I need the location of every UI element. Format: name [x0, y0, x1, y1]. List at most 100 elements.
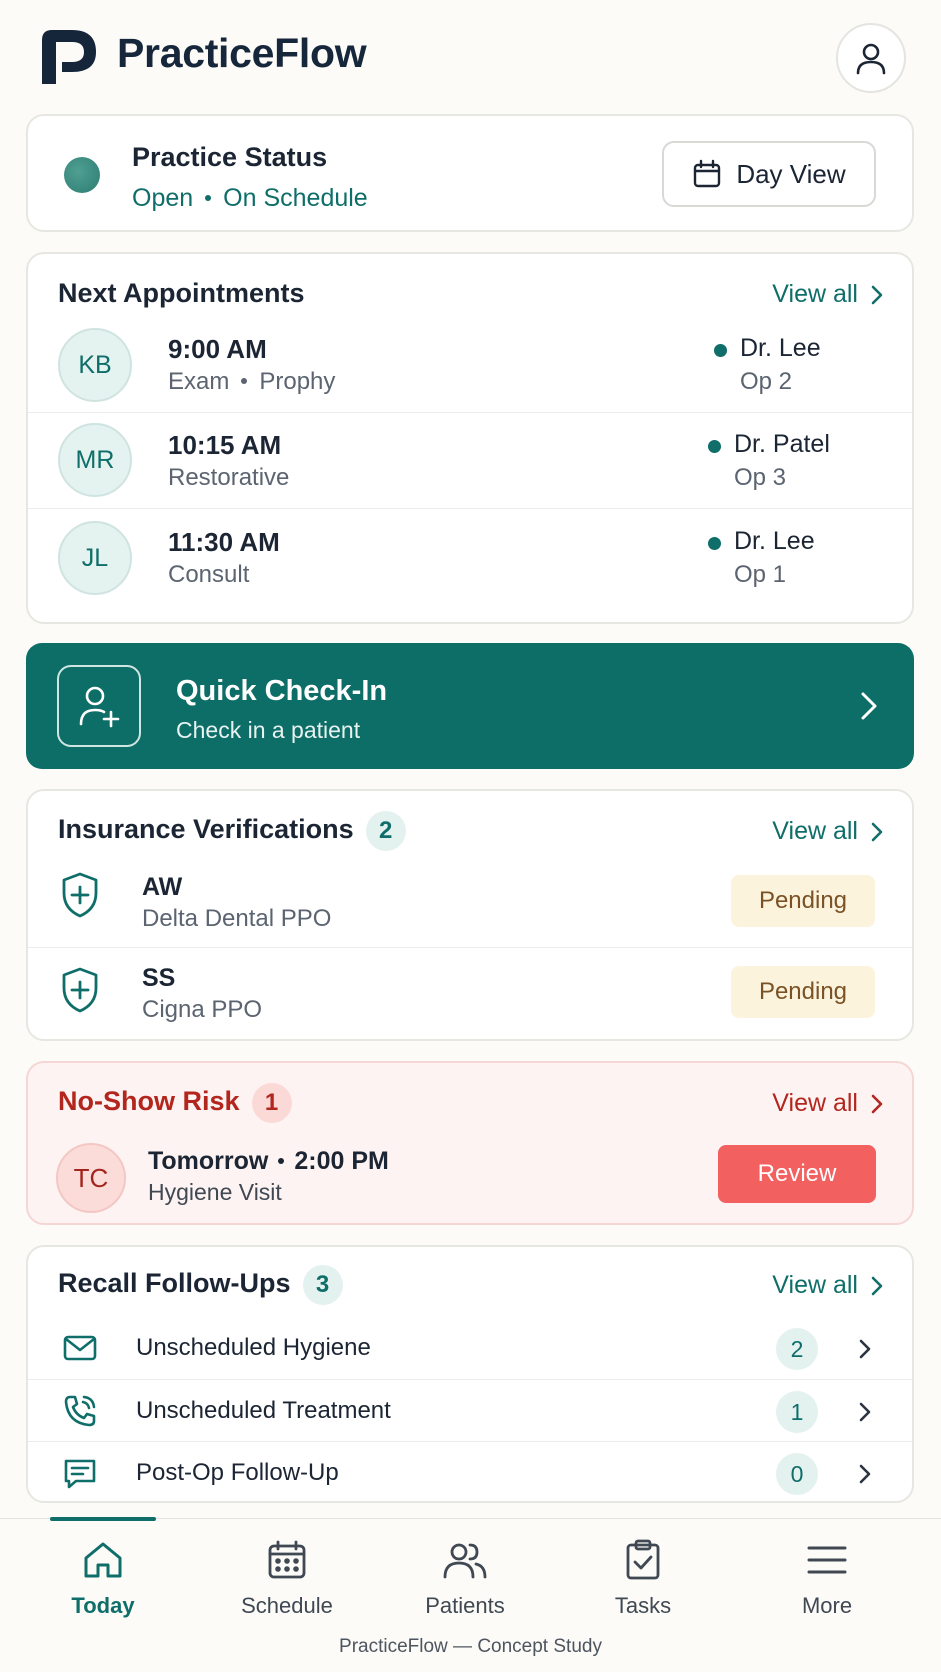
- chevron-right-icon: [871, 1094, 883, 1113]
- insurance-plan: Cigna PPO: [142, 996, 263, 1023]
- section-title-text: No-Show Risk: [58, 1086, 240, 1117]
- dot-separator: [278, 1158, 285, 1164]
- no-show-risk-card: No-Show Risk 1 View all TC Tomorrow 2:00 P…: [26, 1061, 914, 1225]
- insurance-plan: Delta Dental PPO: [142, 905, 332, 932]
- quick-check-in-button[interactable]: Quick Check-In Check in a patient: [26, 643, 914, 769]
- tab-label: Tasks: [614, 1593, 672, 1618]
- avatar: TC: [56, 1143, 126, 1213]
- view-all-insurance-link[interactable]: View all: [772, 817, 884, 846]
- shield-plus-icon: [62, 872, 98, 918]
- appointment-time: 11:30 AM: [168, 527, 280, 557]
- chevron-right-icon: [871, 822, 883, 841]
- home-icon: [84, 1542, 122, 1578]
- recall-label: Post-Op Follow-Up: [136, 1459, 339, 1486]
- provider-status-dot: [714, 344, 727, 357]
- recall-row[interactable]: Unscheduled Treatment 1: [28, 1379, 912, 1441]
- practiceflow-logo-icon: [38, 26, 100, 88]
- count-badge: 1: [251, 1083, 292, 1123]
- count-badge: 2: [365, 811, 406, 851]
- check-in-subtitle: Check in a patient: [176, 717, 361, 743]
- message-icon: [64, 1459, 96, 1489]
- app-name: PracticeFlow: [117, 30, 367, 76]
- no-show-datetime: Tomorrow 2:00 PM: [148, 1147, 389, 1176]
- app-header: PracticeFlow: [0, 0, 941, 112]
- profile-button[interactable]: [836, 23, 906, 93]
- status-subtitle: Open On Schedule: [132, 184, 368, 213]
- chevron-right-icon: [861, 692, 877, 720]
- tab-schedule[interactable]: Schedule: [212, 1539, 362, 1619]
- operatory: Op 3: [734, 464, 787, 491]
- appointment-row[interactable]: KB 9:00 AM Exam Prophy Dr. Lee Op 2: [28, 316, 912, 412]
- avatar: KB: [58, 328, 132, 402]
- recall-label: Unscheduled Treatment: [136, 1397, 391, 1424]
- status-state: Open: [132, 184, 194, 212]
- section-title: Next Appointments: [58, 278, 305, 308]
- day-view-label: Day View: [736, 158, 846, 189]
- bottom-navigation: Today Schedule Patients Tasks More: [0, 1517, 941, 1642]
- view-all-no-show-link[interactable]: View all: [772, 1089, 884, 1118]
- tab-label: Today: [71, 1593, 135, 1618]
- insurance-row[interactable]: SS Cigna PPO Pending: [28, 947, 912, 1037]
- practice-status-card: Practice Status Open On Schedule Day View: [26, 114, 914, 232]
- chevron-right-icon: [859, 1402, 871, 1422]
- view-all-label: View all: [772, 280, 858, 308]
- calendar-icon: [268, 1540, 306, 1579]
- status-title: Practice Status: [132, 142, 328, 172]
- operatory: Op 2: [740, 368, 793, 395]
- tab-patients[interactable]: Patients: [390, 1539, 540, 1619]
- mail-icon: [63, 1335, 97, 1361]
- appointment-row[interactable]: JL 11:30 AM Consult Dr. Lee Op 1: [28, 508, 912, 604]
- no-show-visit-type: Hygiene Visit: [148, 1179, 282, 1205]
- user-plus-icon: [57, 665, 141, 747]
- provider-name: Dr. Lee: [734, 527, 815, 555]
- appointment-type-primary: Exam: [168, 368, 230, 395]
- status-schedule: On Schedule: [223, 184, 368, 212]
- pending-badge: Pending: [731, 966, 875, 1018]
- recall-row[interactable]: Unscheduled Hygiene 2: [28, 1317, 912, 1379]
- review-button[interactable]: Review: [718, 1145, 876, 1203]
- day-view-button[interactable]: Day View: [662, 141, 876, 207]
- section-title: Insurance Verifications 2: [58, 811, 406, 851]
- provider-name: Dr. Lee: [740, 334, 821, 362]
- operatory: Op 1: [734, 561, 787, 588]
- users-icon: [443, 1543, 487, 1579]
- appointment-type: Consult: [168, 561, 250, 588]
- section-title: Recall Follow-Ups 3: [58, 1265, 343, 1305]
- appointment-row[interactable]: MR 10:15 AM Restorative Dr. Patel Op 3: [28, 412, 912, 508]
- footer-caption: PracticeFlow — Concept Study: [339, 1636, 602, 1657]
- shield-plus-icon: [62, 967, 98, 1013]
- chevron-right-icon: [859, 1339, 871, 1359]
- avatar: MR: [58, 423, 132, 497]
- appointment-time: 9:00 AM: [168, 334, 267, 364]
- check-in-title: Quick Check-In: [176, 675, 388, 707]
- tab-label: More: [801, 1593, 853, 1618]
- no-show-time: 2:00 PM: [294, 1147, 389, 1175]
- tab-today[interactable]: Today: [28, 1539, 178, 1619]
- count-badge: 3: [302, 1265, 343, 1305]
- dot-separator: [205, 195, 212, 201]
- view-all-recall-link[interactable]: View all: [772, 1271, 884, 1300]
- appointment-time: 10:15 AM: [168, 430, 282, 460]
- recall-count-badge: 2: [776, 1328, 818, 1370]
- active-tab-indicator: [50, 1517, 156, 1521]
- avatar: JL: [58, 521, 132, 595]
- provider-status-dot: [708, 440, 721, 453]
- recall-count-badge: 0: [776, 1453, 818, 1495]
- user-icon: [856, 43, 886, 75]
- provider-status-dot: [708, 537, 721, 550]
- view-all-appointments-link[interactable]: View all: [772, 280, 884, 309]
- clipboard-check-icon: [626, 1539, 660, 1580]
- tab-label: Patients: [425, 1593, 505, 1618]
- insurance-patient-initials: SS: [142, 964, 176, 992]
- chevron-right-icon: [871, 1276, 883, 1295]
- menu-icon: [807, 1546, 847, 1574]
- insurance-row[interactable]: AW Delta Dental PPO Pending: [28, 857, 912, 947]
- tab-tasks[interactable]: Tasks: [568, 1539, 718, 1619]
- pending-badge: Pending: [731, 875, 875, 927]
- recall-row[interactable]: Post-Op Follow-Up 0: [28, 1441, 912, 1503]
- section-title: No-Show Risk 1: [58, 1083, 292, 1123]
- recall-label: Unscheduled Hygiene: [136, 1334, 371, 1361]
- appointment-type: Restorative: [168, 464, 290, 491]
- status-indicator-icon: [64, 157, 100, 193]
- tab-more[interactable]: More: [752, 1539, 902, 1619]
